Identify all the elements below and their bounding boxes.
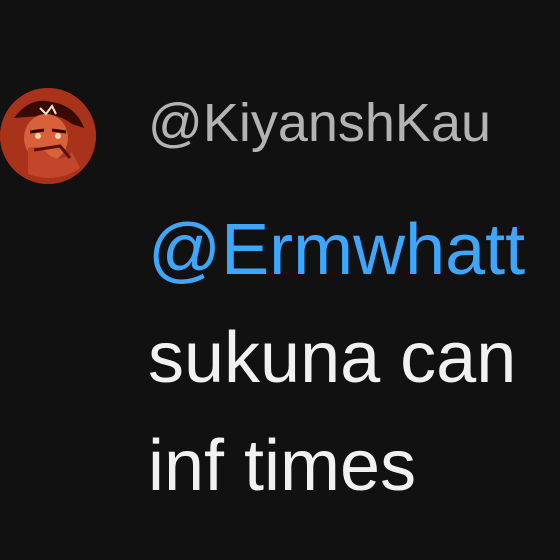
comment-text-line-2: inf times: [148, 426, 417, 506]
comment-item: @KiyanshKau @Ermwhatt sukuna can inf tim…: [0, 0, 560, 560]
mention-link[interactable]: @Ermwhatt: [148, 196, 525, 304]
comment-body: @Ermwhatt sukuna can inf times: [148, 196, 525, 520]
profile-avatar-icon[interactable]: [0, 88, 96, 184]
comment-text-line-1: sukuna can: [148, 318, 517, 398]
comment-author[interactable]: @KiyanshKau: [148, 96, 491, 150]
